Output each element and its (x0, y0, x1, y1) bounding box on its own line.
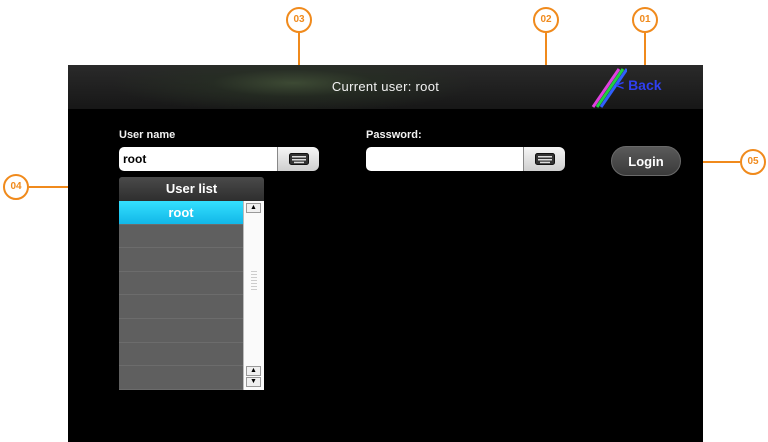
user-list-header: User list (119, 177, 264, 201)
username-input[interactable]: root (119, 147, 277, 171)
callout-04: 04 (3, 174, 29, 200)
callout-01: 01 (632, 7, 658, 33)
list-item[interactable]: root (119, 201, 243, 225)
password-label: Password: (366, 129, 422, 141)
scroll-down-button[interactable]: ▼ (246, 377, 261, 387)
top-bar: Current user: root < Back (68, 65, 703, 109)
list-item[interactable] (119, 248, 243, 272)
callout-02: 02 (533, 7, 559, 33)
list-item[interactable] (119, 366, 243, 390)
callout-03: 03 (286, 7, 312, 33)
login-screen: Current user: root < Back User name root… (68, 65, 703, 442)
username-keyboard-button[interactable] (277, 147, 319, 171)
username-label: User name (119, 129, 176, 141)
callout-05: 05 (740, 149, 766, 175)
list-item[interactable] (119, 225, 243, 249)
scroll-up-button[interactable]: ▲ (246, 203, 261, 213)
back-button[interactable]: < Back (616, 77, 662, 93)
list-item[interactable] (119, 319, 243, 343)
password-keyboard-button[interactable] (523, 147, 565, 171)
password-input[interactable] (366, 147, 523, 171)
list-item[interactable] (119, 343, 243, 367)
keyboard-icon (535, 153, 555, 165)
scroll-up-button-bottom[interactable]: ▲ (246, 366, 261, 376)
login-button[interactable]: Login (611, 146, 681, 176)
user-list: root (119, 201, 243, 390)
user-list-scrollbar[interactable]: ▲ ▲ ▼ (243, 201, 264, 390)
keyboard-icon (289, 153, 309, 165)
list-item[interactable] (119, 295, 243, 319)
list-item[interactable] (119, 272, 243, 296)
scroll-grip-icon[interactable] (251, 271, 257, 291)
